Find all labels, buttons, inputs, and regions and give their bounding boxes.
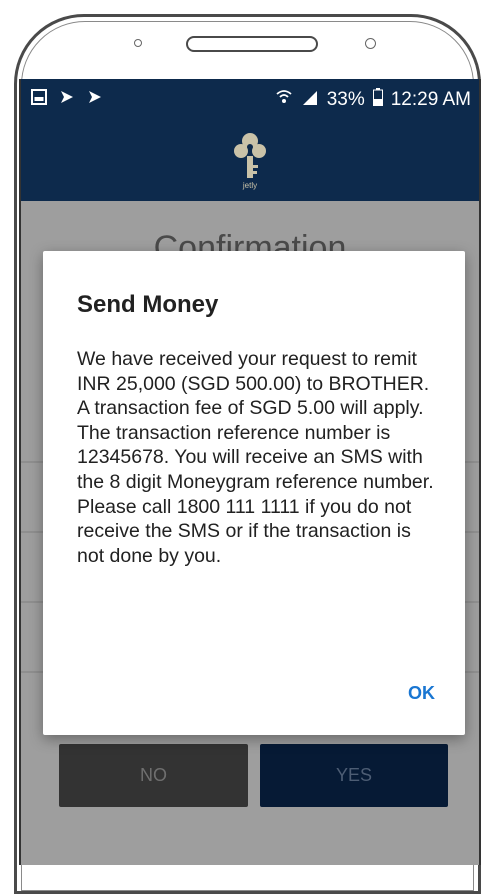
phone-frame: 33% 12:29 AM jetly Confirmation NO YES S… xyxy=(0,0,495,894)
app-bar: jetly xyxy=(21,121,479,201)
no-button[interactable]: NO xyxy=(59,744,248,807)
wifi-icon xyxy=(275,88,293,112)
cast-icon xyxy=(87,89,103,110)
send-money-dialog: Send Money We have received your request… xyxy=(43,251,465,735)
gallery-icon xyxy=(31,89,47,110)
ok-button[interactable]: OK xyxy=(408,683,435,704)
dialog-message: We have received your request to remit I… xyxy=(77,348,434,567)
front-camera-icon xyxy=(134,39,142,47)
status-bar: 33% 12:29 AM xyxy=(21,79,479,121)
speaker-grille xyxy=(186,36,318,52)
sensor-icon xyxy=(365,38,376,49)
battery-icon xyxy=(372,88,383,112)
status-time: 12:29 AM xyxy=(390,89,471,110)
screen: 33% 12:29 AM jetly Confirmation NO YES S… xyxy=(19,79,481,865)
battery-percent: 33% xyxy=(326,89,365,110)
dialog-title: Send Money xyxy=(77,291,219,318)
yes-button[interactable]: YES xyxy=(260,744,448,807)
logo-text: jetly xyxy=(242,181,258,190)
cast-icon xyxy=(59,89,75,110)
signal-icon xyxy=(301,88,319,112)
key-logo-icon xyxy=(230,129,270,189)
